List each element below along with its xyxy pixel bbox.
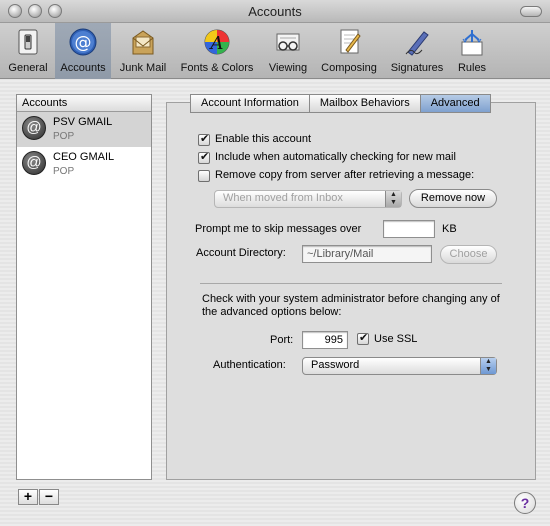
include-check-label: Include when automatically checking for …: [215, 151, 456, 163]
skip-messages-label: Prompt me to skip messages over: [195, 223, 362, 235]
toolbar-fonts-colors[interactable]: A Fonts & Colors: [174, 23, 260, 79]
preferences-toolbar: General @ Accounts Junk Mail A Fonts & C…: [0, 23, 550, 79]
select-arrows-icon: ▲ ▼: [385, 191, 401, 207]
include-check-checkbox[interactable]: [198, 150, 210, 164]
enable-account-checkbox[interactable]: [198, 132, 210, 146]
toolbar-accounts[interactable]: @ Accounts: [55, 23, 111, 79]
skip-size-field[interactable]: [383, 220, 435, 238]
authentication-select[interactable]: Password ▲ ▼: [302, 357, 497, 375]
remove-now-button[interactable]: Remove now: [409, 189, 497, 208]
remove-when-select[interactable]: When moved from Inbox ▲ ▼: [214, 190, 402, 208]
toolbar-viewing[interactable]: Viewing: [262, 23, 314, 79]
compose-icon: [340, 29, 361, 54]
choose-directory-button[interactable]: Choose: [440, 245, 497, 264]
admin-note-line-1: Check with your system administrator bef…: [202, 293, 500, 305]
toolbar-signatures[interactable]: Signatures: [385, 23, 449, 79]
accounts-list-header: Accounts: [17, 95, 151, 112]
select-arrows-icon: ▲ ▼: [480, 358, 496, 374]
switch-icon: [18, 29, 38, 55]
account-item-psv-gmail[interactable]: @ PSV GMAIL POP: [17, 112, 151, 147]
at-sign-icon: @: [69, 28, 97, 56]
tab-mailbox-behaviors[interactable]: Mailbox Behaviors: [308, 94, 421, 113]
remove-copy-label: Remove copy from server after retrieving…: [215, 169, 475, 181]
toolbar-general[interactable]: General: [4, 23, 52, 79]
account-directory-label: Account Directory:: [196, 247, 286, 259]
authentication-label: Authentication:: [213, 359, 286, 371]
remove-copy-checkbox[interactable]: [198, 170, 210, 182]
pen-icon: [405, 31, 429, 56]
admin-note-line-2: the advanced options below:: [202, 306, 342, 318]
junk-mail-icon: [132, 30, 154, 55]
account-item-ceo-gmail[interactable]: @ CEO GMAIL POP: [17, 147, 151, 182]
use-ssl-label: Use SSL: [374, 333, 418, 345]
help-button[interactable]: ?: [514, 492, 536, 514]
rules-icon: [461, 30, 483, 56]
remove-account-button[interactable]: −: [39, 489, 59, 505]
settings-tabs: Account Information Mailbox Behaviors Ad…: [190, 94, 491, 113]
use-ssl-checkbox[interactable]: [357, 331, 369, 345]
accounts-list: Accounts @ PSV GMAIL POP @ CEO GMAIL POP: [16, 94, 152, 480]
at-sign-icon: @: [22, 151, 46, 175]
port-label: Port:: [270, 334, 294, 346]
color-wheel-icon: A: [204, 29, 230, 55]
toolbar-junk-mail[interactable]: Junk Mail: [114, 23, 172, 79]
tab-advanced[interactable]: Advanced: [419, 94, 491, 113]
port-field[interactable]: 995: [302, 331, 348, 349]
preferences-window: Accounts General @ Accounts Junk Mail A …: [0, 0, 550, 526]
toolbar-toggle-button[interactable]: [520, 6, 542, 17]
svg-text:A: A: [209, 33, 224, 54]
toolbar-rules[interactable]: Rules: [452, 23, 492, 79]
title-bar: Accounts: [0, 0, 550, 23]
account-directory-field: ~/Library/Mail: [302, 245, 432, 263]
svg-text:@: @: [75, 33, 92, 53]
divider: [200, 283, 502, 284]
window-title: Accounts: [248, 4, 302, 19]
at-sign-icon: @: [22, 116, 46, 140]
glasses-icon: [276, 33, 300, 51]
toolbar-composing[interactable]: Composing: [316, 23, 382, 79]
add-account-button[interactable]: +: [18, 489, 38, 505]
skip-unit-label: KB: [442, 223, 457, 235]
tab-account-information[interactable]: Account Information: [190, 94, 310, 113]
enable-account-label: Enable this account: [215, 133, 312, 145]
